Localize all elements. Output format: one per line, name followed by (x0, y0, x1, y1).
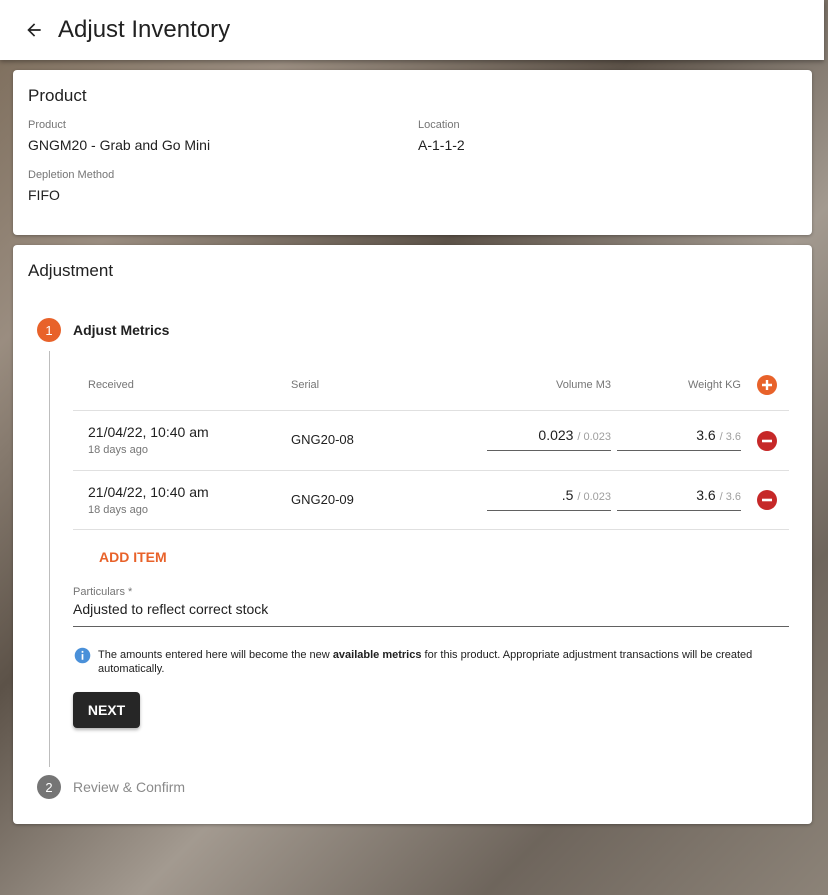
product-value: GNGM20 - Grab and Go Mini (28, 137, 211, 153)
minus-circle-icon (762, 498, 772, 502)
location-label: Location (418, 119, 460, 131)
step-2-number: 2 (37, 775, 61, 799)
minus-circle-icon (762, 439, 772, 443)
info-icon (74, 647, 91, 664)
volume-input[interactable]: 0.023 / 0.023 (487, 427, 611, 451)
weight-max: / 3.6 (719, 431, 741, 443)
row-divider (73, 470, 789, 471)
weight-value: 3.6 (696, 427, 716, 443)
received-ago: 18 days ago (88, 444, 148, 456)
particulars-label: Particulars * (73, 586, 133, 598)
serial-value: GNG20-09 (291, 492, 354, 507)
header-volume: Volume M3 (555, 379, 611, 391)
adjustment-card-title: Adjustment (28, 261, 114, 280)
location-value: A-1-1-2 (418, 137, 465, 153)
header-weight: Weight KG (688, 379, 741, 391)
weight-max: / 3.6 (719, 491, 741, 503)
particulars-field[interactable]: Adjusted to reflect correct stock (73, 601, 789, 627)
volume-value: 0.023 (538, 427, 574, 443)
volume-max: / 0.023 (577, 491, 611, 503)
info-prefix: The amounts entered here will become the… (98, 649, 333, 661)
next-button[interactable]: NEXT (73, 692, 140, 728)
adjustment-card: Adjustment 1 Adjust Metrics Received Ser… (13, 245, 812, 824)
remove-row-button[interactable] (757, 431, 777, 451)
product-card-title: Product (28, 86, 87, 105)
add-row-button[interactable] (757, 375, 777, 395)
back-button[interactable] (14, 10, 54, 50)
depletion-method-label: Depletion Method (28, 169, 115, 181)
arrow-left-icon (27, 23, 41, 37)
weight-input[interactable]: 3.6 / 3.6 (617, 427, 741, 451)
stepper-connector (49, 351, 50, 767)
page-title: Adjust Inventory (58, 16, 231, 43)
header-serial: Serial (291, 379, 320, 391)
remove-row-button[interactable] (757, 490, 777, 510)
product-card: Product Product GNGM20 - Grab and Go Min… (13, 70, 812, 235)
product-label: Product (28, 119, 66, 131)
volume-input[interactable]: .5 / 0.023 (487, 487, 611, 511)
step-2-title[interactable]: Review & Confirm (73, 779, 185, 795)
step-1-number: 1 (37, 318, 61, 342)
received-date: 21/04/22, 10:40 am (88, 424, 209, 440)
app-bar: Adjust Inventory (0, 0, 824, 60)
header-received: Received (88, 379, 134, 391)
row-divider (73, 529, 789, 530)
depletion-method-value: FIFO (28, 187, 60, 203)
plus-circle-icon (762, 380, 772, 390)
add-item-button[interactable]: ADD ITEM (99, 549, 167, 565)
table-divider (73, 410, 789, 411)
received-date: 21/04/22, 10:40 am (88, 484, 209, 500)
weight-input[interactable]: 3.6 / 3.6 (617, 487, 741, 511)
volume-max: / 0.023 (577, 431, 611, 443)
info-bold: available metrics (332, 649, 422, 661)
step-1-title[interactable]: Adjust Metrics (73, 322, 169, 338)
serial-value: GNG20-08 (291, 432, 354, 447)
received-ago: 18 days ago (88, 504, 148, 516)
weight-value: 3.6 (696, 487, 716, 503)
volume-value: .5 (561, 487, 574, 503)
info-message: The amounts entered here will become the… (98, 648, 778, 676)
